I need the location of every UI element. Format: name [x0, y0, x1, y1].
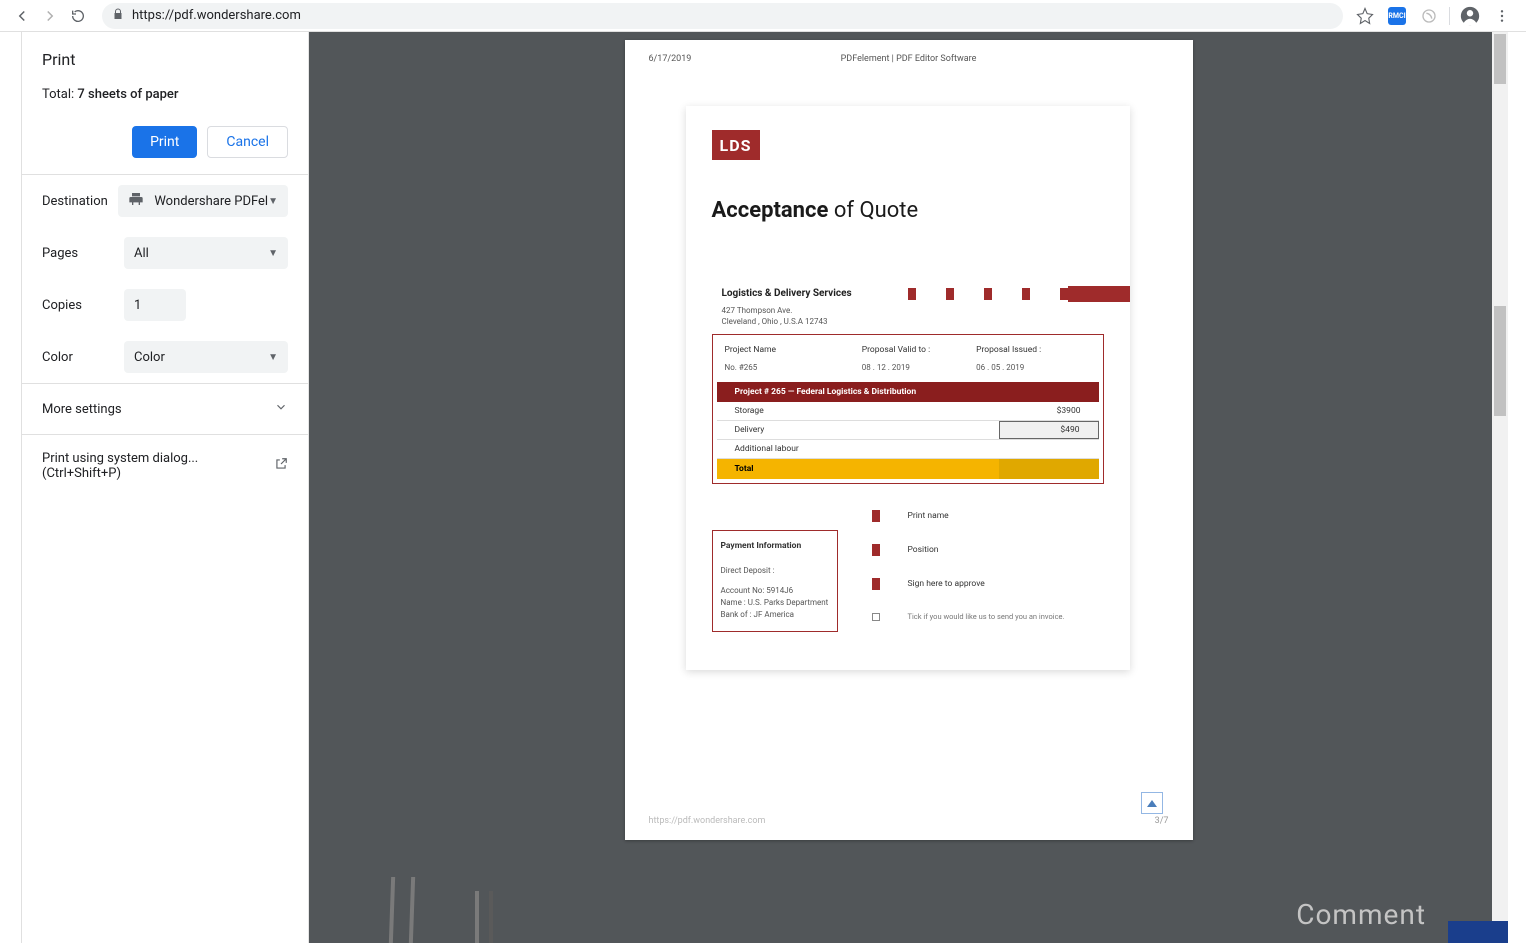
copies-input[interactable]: 1: [124, 289, 186, 321]
line-item-total: Total: [717, 459, 1099, 479]
print-total: Total: 7 sheets of paper: [42, 87, 288, 102]
more-settings-toggle[interactable]: More settings: [22, 384, 308, 434]
document-card: LDS Acceptance of Quote Logistics & Deli…: [686, 106, 1130, 670]
page-header: 6/17/2019 PDFelement | PDF Editor Softwa…: [649, 54, 1169, 64]
reload-button[interactable]: [64, 2, 92, 30]
payment-bank: Bank of : JF America: [721, 609, 829, 621]
payment-title: Payment Information: [721, 541, 829, 551]
copies-label: Copies: [42, 298, 124, 313]
pages-label: Pages: [42, 246, 124, 261]
pages-select[interactable]: All ▼: [124, 237, 288, 269]
document-title: Acceptance of Quote: [712, 198, 919, 223]
cancel-button[interactable]: Cancel: [207, 126, 288, 158]
chrome-actions: RMCI: [1353, 4, 1518, 28]
more-settings-label: More settings: [42, 402, 122, 417]
page-date: 6/17/2019: [649, 54, 692, 64]
supplier-address-line-1: 427 Thompson Ave.: [722, 305, 852, 316]
system-dialog-link[interactable]: Print using system dialog... (Ctrl+Shift…: [22, 435, 308, 497]
kebab-menu-icon[interactable]: [1490, 4, 1514, 28]
forward-button[interactable]: [36, 2, 64, 30]
decorative-squares: [908, 288, 1068, 300]
footer-page-num: 3/7: [1155, 816, 1169, 826]
right-gutter: [1508, 32, 1526, 943]
scrollbar-thumb-secondary[interactable]: [1494, 306, 1506, 416]
destination-value: Wondershare PDFel: [154, 194, 268, 209]
line-item-labour: Additional labour: [717, 440, 1099, 459]
extension-rmci-icon[interactable]: RMCI: [1385, 4, 1409, 28]
sig-tick-note: Tick if you would like us to send you an…: [908, 612, 1065, 621]
extension-screencast-icon[interactable]: [1417, 4, 1441, 28]
color-label: Color: [42, 350, 124, 365]
sig-position: Position: [908, 545, 939, 555]
address-bar[interactable]: https://pdf.wondershare.com: [102, 3, 1343, 29]
info-header-validto: Proposal Valid to :: [862, 345, 976, 355]
payment-dd: Direct Deposit :: [721, 565, 829, 577]
url-text: https://pdf.wondershare.com: [132, 8, 301, 23]
signature-area: Print name Position Sign here to approve…: [872, 510, 1065, 643]
info-header-project: Project Name: [725, 345, 862, 355]
payment-name: Name : U.S. Parks Department: [721, 597, 829, 609]
scroll-down-arrow-icon[interactable]: [1492, 927, 1508, 943]
scrollbar-thumb[interactable]: [1494, 34, 1506, 84]
document-logo: LDS: [712, 130, 760, 160]
bullet-icon: [872, 544, 880, 556]
profile-icon[interactable]: [1458, 4, 1482, 28]
chevron-down-icon: ▼: [268, 248, 278, 259]
pages-value: All: [134, 246, 149, 261]
footer-url: https://pdf.wondershare.com: [649, 816, 766, 826]
info-value-validto: 08 . 12 . 2019: [862, 363, 976, 372]
print-button[interactable]: Print: [132, 126, 197, 158]
copies-value: 1: [134, 298, 141, 313]
bullet-icon: [872, 510, 880, 522]
left-gutter: [0, 32, 22, 943]
triangle-up-icon: [1147, 800, 1157, 807]
info-value-issued: 06 . 05 . 2019: [976, 363, 1090, 372]
print-dialog: Print Total: 7 sheets of paper Print Can…: [22, 32, 309, 943]
info-value-project: No. #265: [725, 363, 862, 372]
chevron-down-icon: [274, 400, 288, 418]
back-button[interactable]: [8, 2, 36, 30]
chevron-down-icon: ▼: [268, 352, 278, 363]
line-item-storage: Storage $3900: [717, 402, 1099, 421]
bullet-icon: [872, 578, 880, 590]
color-value: Color: [134, 350, 165, 365]
system-dialog-label: Print using system dialog... (Ctrl+Shift…: [42, 451, 274, 481]
checkbox-icon: [872, 613, 880, 621]
browser-toolbar: https://pdf.wondershare.com RMCI: [0, 0, 1526, 32]
printer-icon: [128, 191, 144, 211]
scroll-top-button[interactable]: [1141, 792, 1163, 814]
destination-label: Destination: [42, 194, 118, 209]
chevron-down-icon: ▼: [268, 196, 278, 207]
quote-info-box: Project Name Proposal Valid to : Proposa…: [712, 334, 1104, 484]
supplier-block: Logistics & Delivery Services 427 Thomps…: [722, 288, 852, 327]
decorative-bar: [1068, 286, 1130, 302]
page-source-title: PDFelement | PDF Editor Software: [841, 54, 977, 64]
sig-print-name: Print name: [908, 511, 949, 521]
lock-icon: [112, 8, 124, 24]
bookmark-icon[interactable]: [1353, 4, 1377, 28]
destination-select[interactable]: Wondershare PDFel ▼: [118, 185, 288, 217]
supplier-address-line-2: Cleveland , Ohio , U.S.A 12743: [722, 316, 852, 327]
info-header-issued: Proposal Issued :: [976, 345, 1090, 355]
payment-info-box: Payment Information Direct Deposit : Acc…: [712, 530, 838, 632]
payment-account: Account No: 5914J6: [721, 585, 829, 597]
page-footer: https://pdf.wondershare.com 3/7: [649, 816, 1169, 826]
preview-page: 6/17/2019 PDFelement | PDF Editor Softwa…: [625, 40, 1193, 840]
sig-sign: Sign here to approve: [908, 579, 985, 589]
preview-scrollbar[interactable]: [1492, 32, 1508, 943]
print-dialog-title: Print: [42, 50, 288, 69]
external-link-icon: [274, 457, 288, 475]
line-item-delivery: Delivery $490: [717, 421, 1099, 440]
print-preview: 6/17/2019 PDFelement | PDF Editor Softwa…: [309, 32, 1508, 943]
project-header: Project # 265 — Federal Logistics & Dist…: [717, 382, 1099, 402]
color-select[interactable]: Color ▼: [124, 341, 288, 373]
supplier-name: Logistics & Delivery Services: [722, 288, 852, 299]
